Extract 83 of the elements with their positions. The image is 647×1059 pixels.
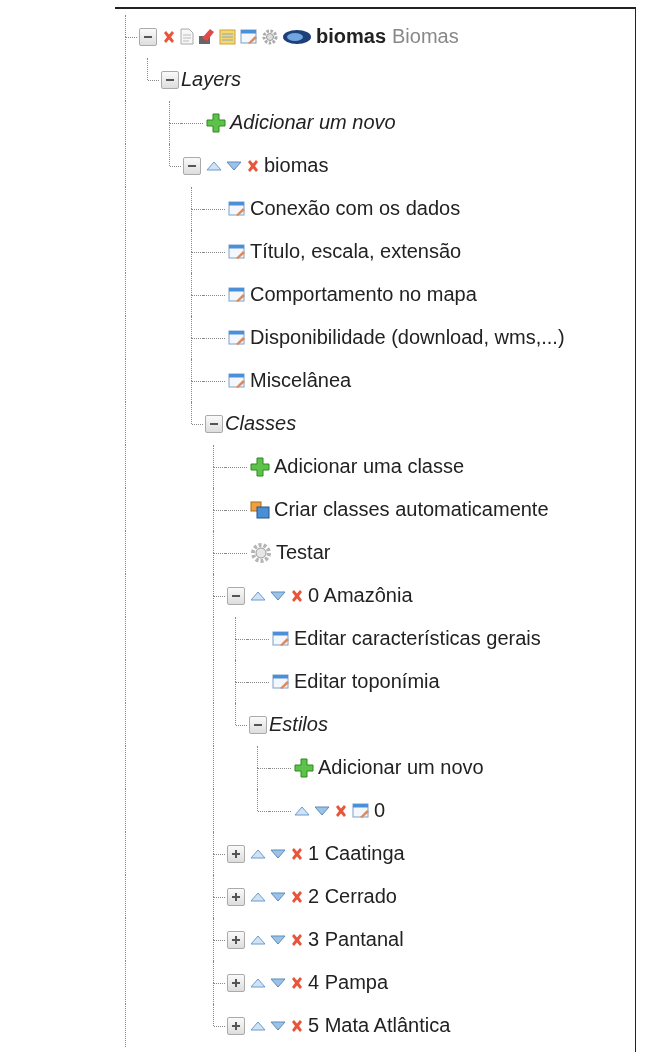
tree-node-label[interactable]: Editar características gerais <box>294 627 541 650</box>
tree-node-label[interactable]: 0 Amazônia <box>308 584 413 607</box>
tree-node-label[interactable]: 4 Pampa <box>308 971 389 994</box>
form-edit-icon[interactable] <box>228 329 246 346</box>
move-down-icon[interactable] <box>270 590 286 601</box>
tree-node-label[interactable]: Adicionar um novo <box>230 111 396 134</box>
move-up-icon[interactable] <box>250 977 266 988</box>
settings-icon[interactable] <box>250 541 272 564</box>
plus-icon <box>231 934 241 945</box>
plus-icon <box>231 848 241 859</box>
tree-node-label[interactable]: Layers <box>181 68 242 91</box>
eraser-icon[interactable] <box>198 28 215 45</box>
tree-node-label[interactable]: Testar <box>276 541 331 564</box>
tree-node-label[interactable]: Miscelânea <box>250 369 352 392</box>
layer-title: Biomas <box>392 25 459 48</box>
form-edit-icon[interactable] <box>272 673 290 690</box>
move-up-icon[interactable] <box>250 934 266 945</box>
classes-icon[interactable] <box>250 500 270 519</box>
plus-icon <box>231 977 241 988</box>
move-up-icon[interactable] <box>250 848 266 859</box>
form-edit-icon[interactable] <box>228 200 246 217</box>
form-edit-icon[interactable] <box>272 630 290 647</box>
tree-node-label[interactable]: Disponibilidade (download, wms,...) <box>250 326 565 349</box>
form-edit-icon[interactable] <box>228 286 246 303</box>
tree-node-label[interactable]: Criar classes automaticamente <box>274 498 549 521</box>
tree-node-label[interactable]: Adicionar um novo <box>318 756 484 779</box>
logo-icon <box>282 28 312 45</box>
toggle-button[interactable] <box>227 973 245 992</box>
plus-icon <box>231 891 241 902</box>
form-edit-icon[interactable] <box>240 28 258 45</box>
move-down-icon[interactable] <box>314 805 330 816</box>
tree-node-label[interactable]: 5 Mata Atlântica <box>308 1014 451 1037</box>
plus-icon[interactable] <box>206 112 226 133</box>
tree-node-label[interactable]: biomas <box>316 25 387 48</box>
delete-icon[interactable] <box>290 846 304 861</box>
tree-node-label[interactable]: biomas <box>264 154 329 177</box>
toggle-button[interactable] <box>227 930 245 949</box>
tree-node-label[interactable]: 2 Cerrado <box>308 885 397 908</box>
toggle-button[interactable] <box>249 715 267 734</box>
form-edit-icon[interactable] <box>228 243 246 260</box>
tree-node-label[interactable]: Conexão com os dados <box>250 197 461 220</box>
tree-node-label[interactable]: Estilos <box>269 713 328 736</box>
plus-icon <box>231 1020 241 1031</box>
form-edit-icon[interactable] <box>352 802 370 819</box>
move-up-icon[interactable] <box>206 160 222 171</box>
move-up-icon[interactable] <box>250 891 266 902</box>
tree-node-label[interactable]: 0 <box>374 799 386 822</box>
tree-node-label[interactable]: Adicionar uma classe <box>274 455 465 478</box>
tree-node-label[interactable]: Título, escala, extensão <box>250 240 462 263</box>
toggle-button[interactable] <box>183 156 201 175</box>
toggle-button[interactable] <box>161 70 179 89</box>
toggle-button[interactable] <box>227 586 245 605</box>
move-up-icon[interactable] <box>250 590 266 601</box>
tree-node-label[interactable]: 1 Caatinga <box>308 842 405 865</box>
toggle-button[interactable] <box>227 844 245 863</box>
delete-icon[interactable] <box>290 975 304 990</box>
move-up-icon[interactable] <box>294 805 310 816</box>
delete-icon[interactable] <box>290 932 304 947</box>
toggle-button[interactable] <box>139 27 157 46</box>
delete-icon[interactable] <box>246 158 260 173</box>
plus-icon[interactable] <box>250 456 270 477</box>
toggle-button[interactable] <box>227 887 245 906</box>
move-down-icon[interactable] <box>270 891 286 902</box>
tree-node-label[interactable]: Classes <box>225 412 297 435</box>
tree-node-label[interactable]: Comportamento no mapa <box>250 283 477 306</box>
move-down-icon[interactable] <box>270 977 286 988</box>
delete-icon[interactable] <box>290 588 304 603</box>
plus-icon[interactable] <box>294 757 314 778</box>
tree-node-label[interactable]: 3 Pantanal <box>308 928 404 951</box>
form-edit-icon[interactable] <box>228 372 246 389</box>
toggle-button[interactable] <box>205 414 223 433</box>
move-down-icon[interactable] <box>226 160 242 171</box>
delete-icon[interactable] <box>334 803 348 818</box>
move-down-icon[interactable] <box>270 848 286 859</box>
settings-icon[interactable] <box>262 28 278 45</box>
move-down-icon[interactable] <box>270 1020 286 1031</box>
toggle-button[interactable] <box>227 1016 245 1035</box>
tree-node-label[interactable]: Editar toponímia <box>294 670 440 693</box>
delete-icon[interactable] <box>162 29 176 44</box>
delete-icon[interactable] <box>290 1018 304 1033</box>
delete-icon[interactable] <box>290 889 304 904</box>
move-up-icon[interactable] <box>250 1020 266 1031</box>
move-down-icon[interactable] <box>270 934 286 945</box>
